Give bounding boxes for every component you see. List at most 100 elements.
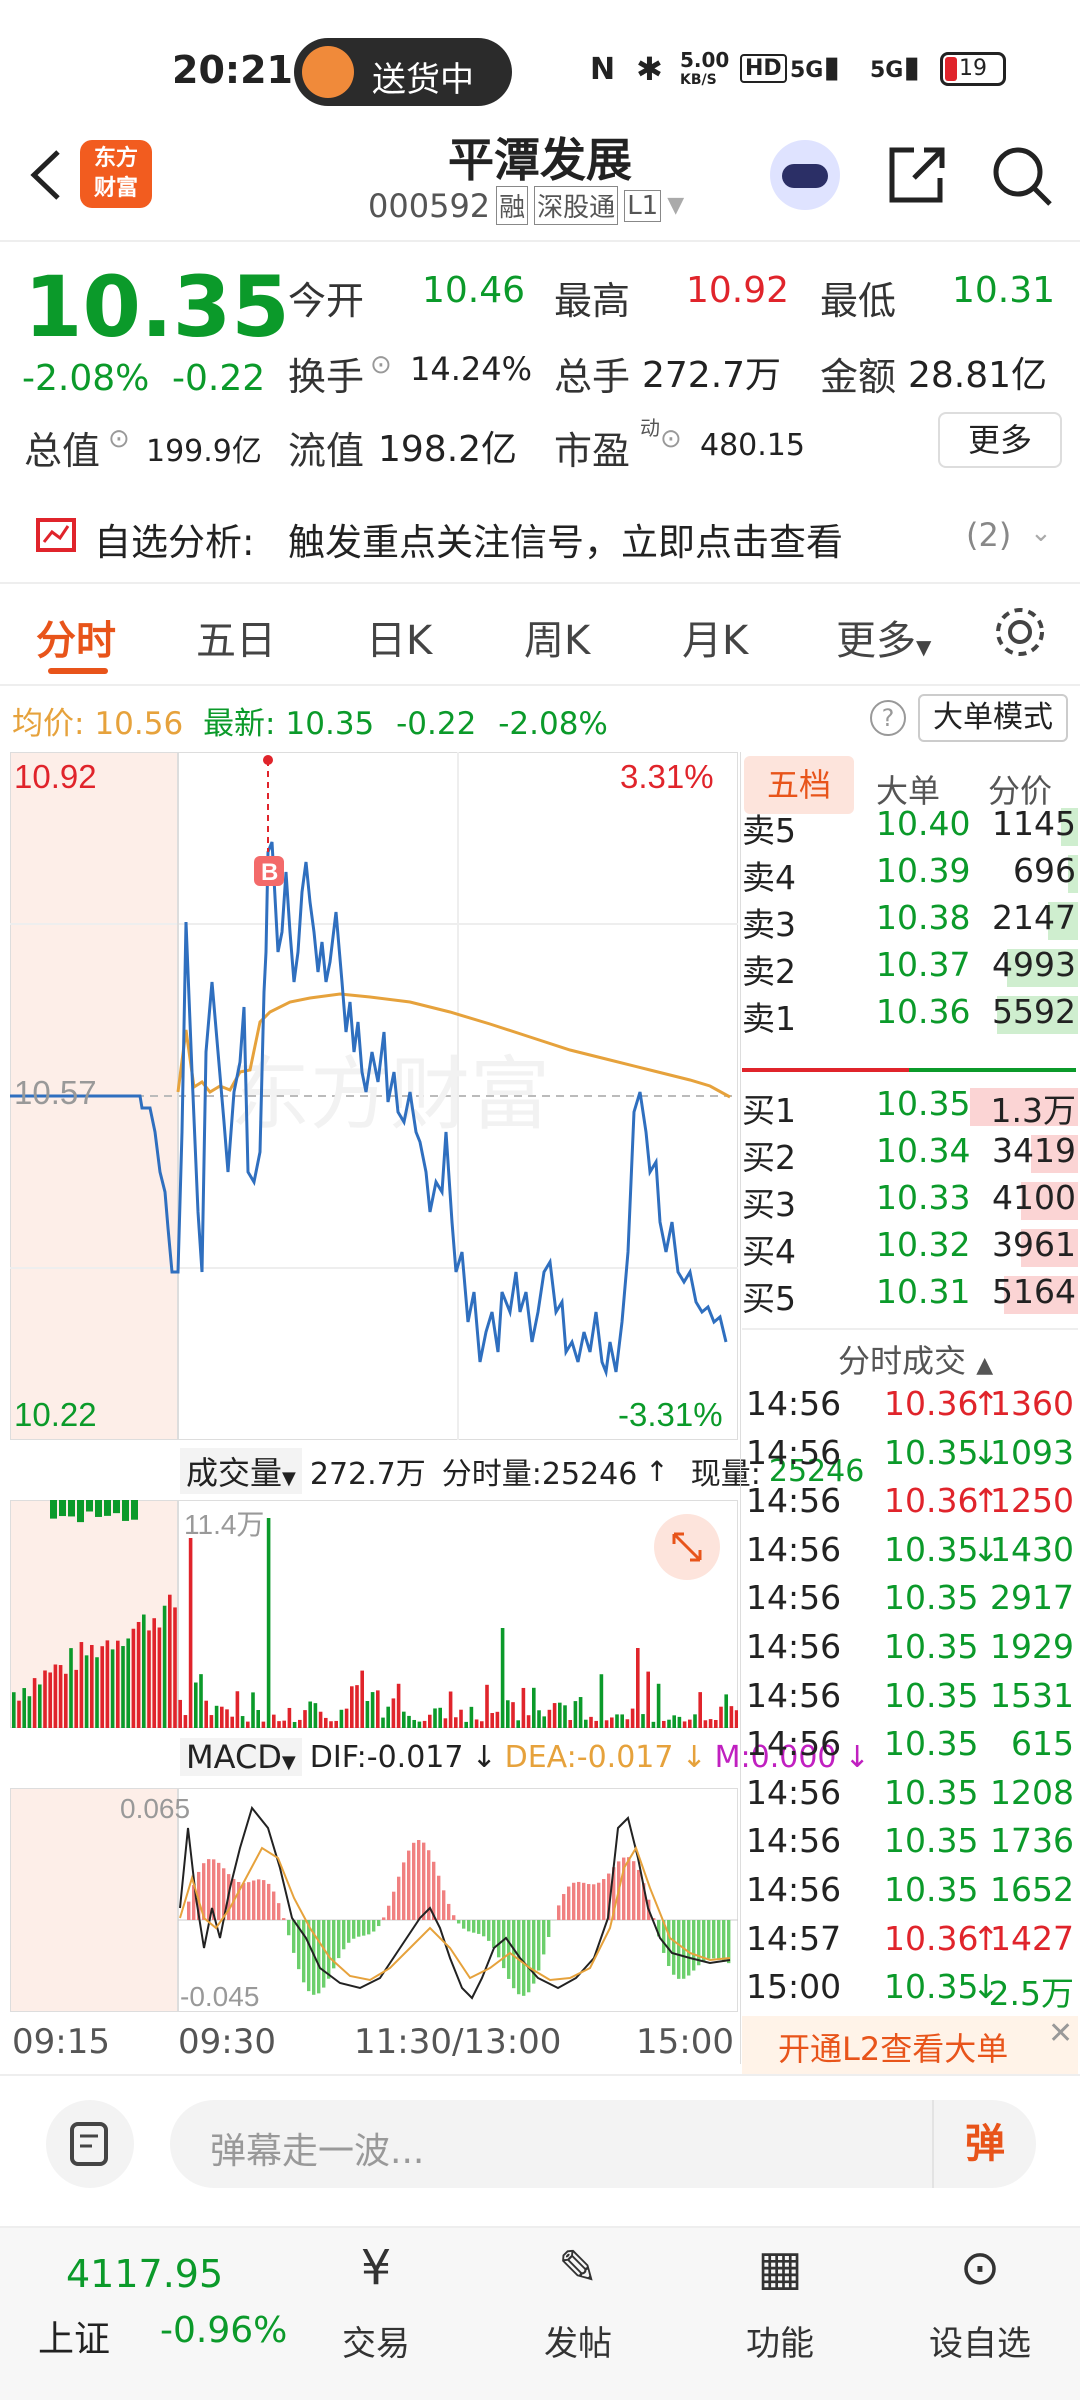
- volume-bar: [656, 1683, 661, 1728]
- index-name[interactable]: 上证: [38, 2310, 110, 2362]
- tick-time: 14:56: [746, 1772, 842, 1812]
- volume-bar: [240, 1716, 245, 1728]
- danmu-toggle-button[interactable]: 弹: [932, 2100, 1036, 2188]
- ask-row[interactable]: 卖5 10.40 1145: [742, 804, 1078, 850]
- danmu-input[interactable]: 弹幕走一波... 弹: [170, 2100, 1036, 2188]
- analysis-banner[interactable]: 自选分析: 触发重点关注信号，立即点击查看 (2) ⌄: [0, 494, 1080, 584]
- help-icon[interactable]: ?: [870, 700, 906, 736]
- divider: [0, 240, 1080, 242]
- volume-bar: [86, 1500, 93, 1512]
- ask-label: 卖5: [742, 811, 796, 850]
- ticks-title[interactable]: 分时成交 ▲: [838, 1336, 993, 1382]
- ask-row[interactable]: 卖2 10.37 4993: [742, 945, 1078, 991]
- l2-banner[interactable]: 开通L2查看大单 ✕: [742, 2016, 1078, 2074]
- volume-bar: [495, 1711, 500, 1728]
- volume-bar: [199, 1674, 203, 1728]
- pe-sup: 动: [640, 416, 660, 440]
- tick-price: 10.35: [884, 1432, 979, 1472]
- macd-bar: [477, 1920, 481, 1934]
- volume-bar: [43, 1670, 47, 1728]
- big-order-mode-button[interactable]: 大单模式: [918, 694, 1068, 742]
- macd-bar: [487, 1920, 491, 1941]
- macd-dropdown[interactable]: MACD▼: [180, 1738, 302, 1776]
- volume-bar: [412, 1719, 416, 1728]
- share-button[interactable]: [884, 144, 948, 212]
- info-icon[interactable]: ⊙: [108, 424, 130, 454]
- volume-chart[interactable]: 11.4万: [10, 1500, 738, 1728]
- volume-bar: [22, 1688, 26, 1728]
- ask-price: 10.40: [876, 804, 971, 843]
- index-value[interactable]: 4117.95: [66, 2252, 223, 2296]
- ask-row[interactable]: 卖4 10.39 696: [742, 851, 1078, 897]
- delivery-pill[interactable]: 送货中: [294, 38, 512, 106]
- open-value: 10.46: [422, 270, 526, 311]
- volume-bar: [407, 1715, 411, 1728]
- macd-chart[interactable]: 0.065 -0.045: [10, 1788, 738, 2012]
- nav-add-watchlist[interactable]: ⊙ 设自选: [910, 2240, 1050, 2365]
- robot-assistant-icon[interactable]: [770, 140, 840, 210]
- buy-marker-label: B: [261, 859, 278, 886]
- tab-monthly-k[interactable]: 月K: [682, 608, 748, 666]
- tick-time: 14:57: [746, 1918, 842, 1958]
- tab-weekly-k[interactable]: 周K: [524, 608, 590, 666]
- macd-bar: [702, 1920, 706, 1962]
- settings-button[interactable]: [992, 604, 1048, 664]
- volume-bar: [563, 1705, 567, 1728]
- nav-post[interactable]: ✎ 发帖: [508, 2240, 648, 2365]
- bid-row[interactable]: 买3 10.33 4100: [742, 1178, 1078, 1224]
- price-chart[interactable]: 东方财富 B 10.92 3.31% 10.57 10.22 -3.31%: [10, 752, 738, 1440]
- volume-dropdown[interactable]: 成交量▼: [180, 1448, 302, 1494]
- nav-functions[interactable]: ▦ 功能: [710, 2240, 850, 2365]
- volume-bar: [173, 1607, 177, 1728]
- tick-volume: 1929: [990, 1627, 1074, 1666]
- bid-row[interactable]: 买2 10.34 3419: [742, 1131, 1078, 1177]
- tab-five-day[interactable]: 五日: [196, 608, 276, 666]
- volume-bar: [516, 1720, 520, 1728]
- expand-button[interactable]: [654, 1514, 720, 1580]
- more-button[interactable]: 更多: [938, 412, 1062, 468]
- volume-bar: [682, 1721, 687, 1728]
- tab-intraday[interactable]: 分时: [36, 608, 116, 666]
- info-icon[interactable]: ⊙: [370, 350, 392, 380]
- gear-icon: [996, 608, 1044, 656]
- tick-price: 10.36: [884, 1918, 979, 1958]
- nav-trade[interactable]: ¥ 交易: [306, 2240, 446, 2365]
- macd-bar: [352, 1920, 356, 1939]
- volume-bar: [480, 1721, 484, 1728]
- notes-button[interactable]: [46, 2100, 134, 2188]
- close-icon[interactable]: ✕: [1048, 2016, 1073, 2051]
- tick-price: 10.35: [884, 1578, 979, 1618]
- bid-row[interactable]: 买1 10.35 1.3万: [742, 1084, 1078, 1130]
- bid-row[interactable]: 买4 10.32 3961: [742, 1225, 1078, 1271]
- macd-bar: [547, 1920, 551, 1937]
- volume-bar: [703, 1720, 708, 1728]
- ask-row[interactable]: 卖1 10.36 5592: [742, 992, 1078, 1038]
- ask-row[interactable]: 卖3 10.38 2147: [742, 898, 1078, 944]
- search-button[interactable]: [990, 144, 1054, 212]
- info-icon[interactable]: ⊙: [660, 424, 682, 454]
- bid-row[interactable]: 买5 10.31 5164: [742, 1272, 1078, 1318]
- macd-bar: [442, 1890, 446, 1920]
- tab-more[interactable]: 更多▼: [836, 608, 931, 666]
- stock-code-row[interactable]: 000592 融 深股通 L1 ▼: [368, 186, 684, 225]
- tab-daily-k[interactable]: 日K: [366, 608, 432, 666]
- index-change[interactable]: -0.96%: [160, 2310, 287, 2351]
- volume-bar: [526, 1715, 531, 1728]
- volume-bar: [194, 1682, 198, 1728]
- amount-label: 金额: [820, 355, 897, 399]
- ask-volume: 2147: [992, 898, 1076, 937]
- volume-bar: [214, 1705, 219, 1728]
- volume-bar: [324, 1717, 328, 1728]
- volume-bar: [604, 1720, 609, 1728]
- ask-price: 10.37: [876, 945, 971, 984]
- volume-bar: [454, 1717, 458, 1728]
- analysis-count: (2): [966, 516, 1012, 554]
- volume-bar: [84, 1655, 89, 1728]
- macd-bar: [537, 1920, 541, 1971]
- volume-bar: [693, 1714, 697, 1728]
- volume-bar: [110, 1649, 115, 1728]
- volume-bar: [344, 1708, 349, 1728]
- volume-bar: [734, 1710, 738, 1728]
- low-label: 最低: [820, 279, 897, 323]
- volume-bar: [246, 1721, 250, 1728]
